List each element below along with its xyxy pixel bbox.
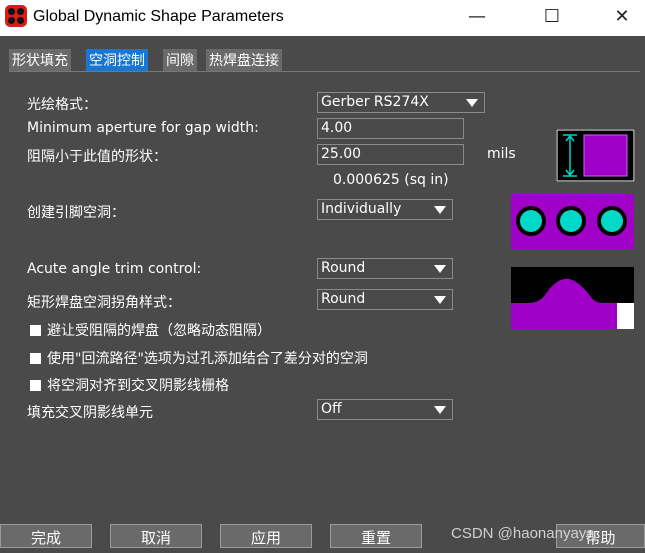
- checkbox-box[interactable]: [30, 353, 41, 364]
- create-pin-voids-value: Individually: [321, 201, 402, 217]
- min-aperture-label: Minimum aperture for gap width:: [27, 120, 259, 136]
- pin-pad: [520, 210, 542, 232]
- chevron-down-icon: [434, 296, 446, 304]
- acute-angle-label: Acute angle trim control:: [27, 261, 202, 277]
- artwork-format-value: Gerber RS274X: [321, 94, 429, 110]
- pin-voids-preview: [511, 194, 634, 249]
- checkbox-label: 将空洞对齐到交叉阴影线栅格: [47, 378, 229, 394]
- min-aperture-input[interactable]: 4.00: [317, 118, 464, 139]
- tab-thermal-relief[interactable]: 热焊盘连接: [206, 49, 282, 71]
- tab-shape-fill[interactable]: 形状填充: [9, 49, 71, 71]
- chevron-down-icon: [434, 265, 446, 273]
- rect-corner-select[interactable]: Round: [317, 289, 453, 310]
- unit-label: mils: [487, 146, 516, 162]
- acute-angle-select[interactable]: Round: [317, 258, 453, 279]
- pin-pad: [560, 210, 582, 232]
- small-shape-label: 阻隔小于此值的形状：: [27, 149, 167, 165]
- chevron-down-icon: [434, 206, 446, 214]
- app-icon: [5, 5, 27, 27]
- artwork-format-label: 光绘格式：: [27, 97, 97, 113]
- maximize-button[interactable]: ☐: [537, 6, 567, 27]
- checkbox-box[interactable]: [30, 325, 41, 336]
- create-pin-voids-select[interactable]: Individually: [317, 199, 453, 220]
- title-bar: Global Dynamic Shape Parameters — ☐ ✕: [0, 0, 645, 36]
- pin-pad: [601, 210, 623, 232]
- suppress-size-preview: [556, 129, 635, 182]
- fill-cell-select[interactable]: Off: [317, 399, 453, 420]
- chevron-down-icon: [434, 406, 446, 414]
- chevron-down-icon: [466, 99, 478, 107]
- close-button[interactable]: ✕: [607, 6, 637, 27]
- preview-shape: [583, 134, 628, 177]
- acute-angle-value: Round: [321, 260, 366, 276]
- reset-button[interactable]: 重置: [330, 524, 422, 548]
- rect-corner-value: Round: [321, 291, 366, 307]
- small-shape-input[interactable]: 25.00: [317, 144, 464, 165]
- checkbox-return-path[interactable]: 使用"回流路径"选项为过孔添加结合了差分对的空洞: [30, 348, 368, 368]
- window-title: Global Dynamic Shape Parameters: [33, 8, 284, 25]
- minimize-button[interactable]: —: [462, 6, 492, 27]
- tab-void-controls[interactable]: 空洞控制: [86, 49, 148, 71]
- cancel-button[interactable]: 取消: [110, 524, 202, 548]
- artwork-format-select[interactable]: Gerber RS274X: [317, 92, 485, 113]
- rect-corner-label: 矩形焊盘空洞拐角样式：: [27, 295, 181, 311]
- acute-angle-preview: [511, 267, 634, 329]
- checkbox-label: 使用"回流路径"选项为过孔添加结合了差分对的空洞: [47, 351, 368, 367]
- watermark: CSDN @haonanyaya: [451, 525, 595, 542]
- create-pin-voids-label: 创建引脚空洞：: [27, 205, 125, 221]
- apply-button[interactable]: 应用: [220, 524, 312, 548]
- checkbox-box[interactable]: [30, 380, 41, 391]
- tab-clearances[interactable]: 间隙: [163, 49, 197, 71]
- ok-button[interactable]: 完成: [0, 524, 92, 548]
- checkbox-snap-grid[interactable]: 将空洞对齐到交叉阴影线栅格: [30, 375, 229, 395]
- fill-cell-value: Off: [321, 401, 342, 417]
- checkbox-avoid-pads[interactable]: 避让受阻隔的焊盘（忽略动态阻隔）: [30, 320, 271, 340]
- fill-cell-label: 填充交叉阴影线单元: [27, 405, 153, 421]
- tab-strip: 形状填充 空洞控制 间隙 热焊盘连接: [0, 44, 645, 71]
- area-readout: 0.000625 (sq in): [333, 172, 449, 188]
- preview-edge: [617, 303, 634, 329]
- checkbox-label: 避让受阻隔的焊盘（忽略动态阻隔）: [47, 323, 271, 339]
